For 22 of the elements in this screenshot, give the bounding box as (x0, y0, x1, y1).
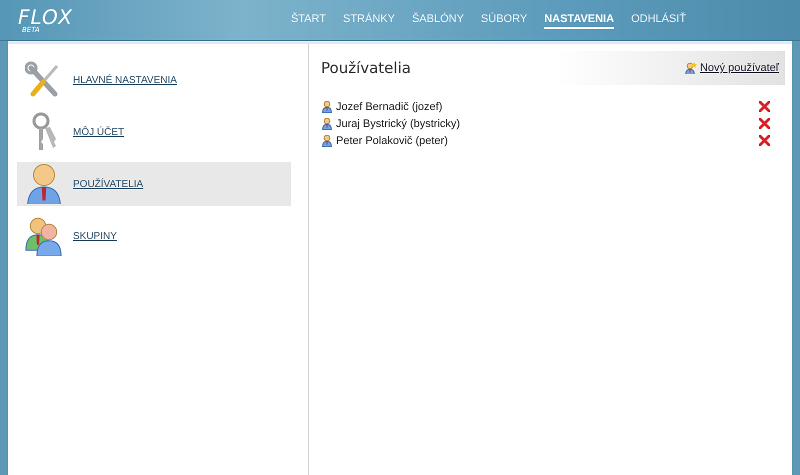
user-name: Juraj Bystrický (bystricky) (336, 118, 462, 130)
sidebar-link[interactable]: POUŽÍVATELIA (73, 178, 144, 190)
user-name: Jozef Bernadič (jozef) (336, 100, 444, 112)
group-icon (25, 216, 63, 256)
page-title: Používatelia (321, 59, 411, 77)
sidebar-item[interactable]: MÔJ ÚČET (17, 110, 291, 154)
user-icon (321, 134, 333, 146)
add-user-icon (684, 62, 697, 74)
sidebar-item[interactable]: SKUPINY (17, 214, 291, 258)
sidebar-link[interactable]: MÔJ ÚČET (73, 126, 124, 138)
user-name: Peter Polakovič (peter) (336, 134, 449, 146)
delete-icon[interactable] (759, 118, 770, 129)
delete-icon[interactable] (759, 101, 770, 112)
user-icon (321, 100, 333, 112)
sidebar-item[interactable]: POUŽÍVATELIA (17, 162, 291, 206)
user-icon (25, 164, 63, 204)
sidebar-item[interactable]: HLAVNÉ NASTAVENIA (17, 58, 291, 102)
delete-icon[interactable] (759, 135, 770, 146)
sidebar-link[interactable]: HLAVNÉ NASTAVENIA (73, 74, 177, 86)
sidebar-link[interactable]: SKUPINY (73, 230, 117, 242)
user-icon (321, 118, 333, 130)
new-user-link[interactable]: Nový používateľ (684, 62, 779, 74)
